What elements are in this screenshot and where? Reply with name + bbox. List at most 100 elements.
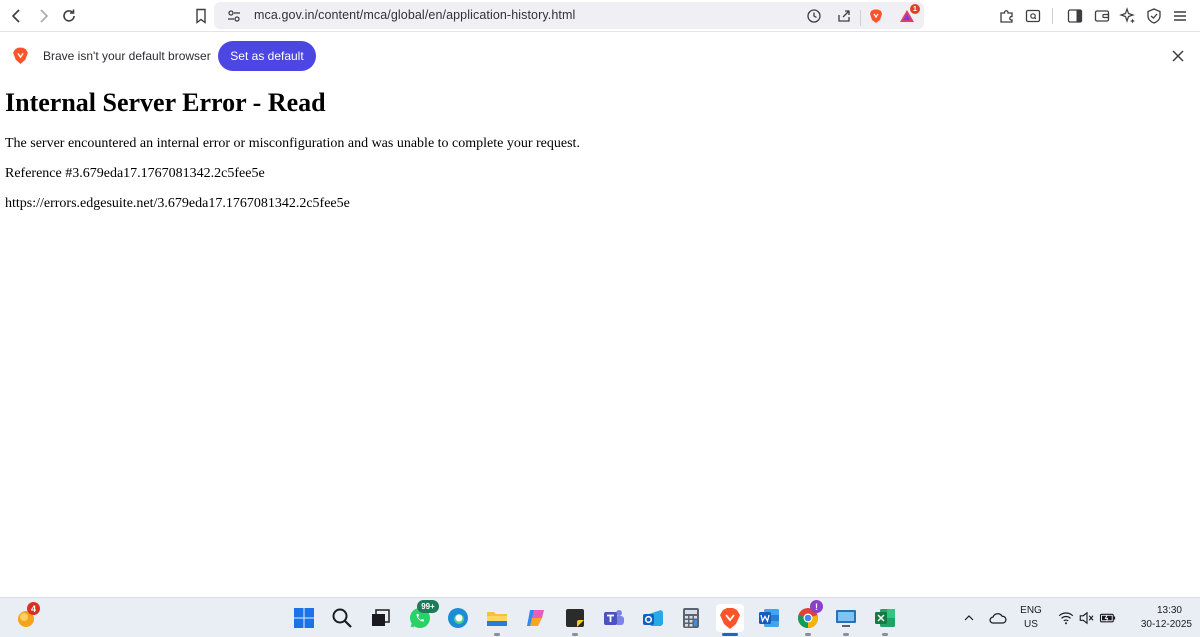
url-text[interactable]: mca.gov.in/content/mca/global/en/applica… xyxy=(254,8,575,22)
error-url: https://errors.edgesuite.net/3.679eda17.… xyxy=(5,196,350,211)
tab-search-icon xyxy=(1025,9,1041,23)
running-indicator xyxy=(805,633,811,636)
show-hidden-icons-button[interactable] xyxy=(956,604,982,632)
word-icon xyxy=(759,609,779,627)
remote-desktop-icon xyxy=(836,610,856,627)
infobar-close-button[interactable] xyxy=(1168,46,1188,66)
brave-lion-icon xyxy=(870,9,882,23)
active-indicator xyxy=(722,633,738,636)
clock[interactable]: 13:30 30-12-2025 xyxy=(1124,604,1194,632)
word-app[interactable] xyxy=(755,604,783,632)
search-icon xyxy=(332,608,352,628)
task-view-button[interactable] xyxy=(366,604,394,632)
file-explorer-app[interactable] xyxy=(483,604,511,636)
battery-charging-icon xyxy=(1099,613,1116,623)
edge-app[interactable] xyxy=(444,604,472,632)
start-button[interactable] xyxy=(290,604,318,632)
remote-desktop-app[interactable] xyxy=(832,604,860,636)
widgets-button[interactable]: 4 xyxy=(12,602,40,632)
site-settings-icon xyxy=(228,10,240,22)
battery-button[interactable] xyxy=(1096,604,1120,632)
share-icon xyxy=(838,10,850,22)
wallet-icon xyxy=(1094,10,1110,22)
reload-button[interactable] xyxy=(56,3,82,29)
wifi-icon xyxy=(1058,612,1074,625)
onedrive-button[interactable] xyxy=(985,604,1011,632)
sidebar-button[interactable] xyxy=(1062,3,1088,29)
teams-icon xyxy=(604,610,624,625)
leo-ai-button[interactable] xyxy=(1115,3,1141,29)
sticky-notes-icon xyxy=(566,609,584,627)
extensions-button[interactable] xyxy=(994,3,1020,29)
hamburger-menu-icon xyxy=(1174,11,1186,21)
browser-toolbar: mca.gov.in/content/mca/global/en/applica… xyxy=(0,0,1200,32)
copilot-app[interactable] xyxy=(522,604,550,632)
error-reference: Reference #3.679eda17.1767081342.2c5fee5… xyxy=(5,166,265,181)
shield-icon xyxy=(1147,8,1161,24)
excel-icon xyxy=(875,609,895,627)
language-code: ENG xyxy=(1020,605,1042,616)
running-indicator xyxy=(882,633,888,636)
reload-icon xyxy=(63,9,75,22)
set-as-default-button[interactable]: Set as default xyxy=(218,41,316,71)
close-icon xyxy=(1172,50,1184,62)
windows-taskbar: 4 99+ ! ENG US 13:30 30-12-2025 xyxy=(0,597,1200,637)
brave-lion-icon xyxy=(720,608,740,629)
clock-date: 30-12-2025 xyxy=(1140,619,1192,630)
history-button[interactable] xyxy=(803,5,825,27)
calculator-icon xyxy=(683,608,699,628)
cloud-icon xyxy=(989,613,1007,624)
task-view-icon xyxy=(372,609,390,626)
keyboard-layout: US xyxy=(1024,619,1038,630)
address-bar[interactable]: mca.gov.in/content/mca/global/en/applica… xyxy=(214,2,924,29)
toolbar-divider xyxy=(1052,8,1053,24)
clock-time: 13:30 xyxy=(1156,605,1182,616)
taskbar-search-button[interactable] xyxy=(328,604,356,632)
bookmark-icon xyxy=(196,8,206,24)
chrome-app[interactable]: ! xyxy=(794,600,823,636)
share-button[interactable] xyxy=(833,5,855,27)
running-indicator xyxy=(494,633,500,636)
default-browser-infobar: Brave isn't your default browser Set as … xyxy=(0,33,1200,78)
tab-search-button[interactable] xyxy=(1020,3,1046,29)
sticky-notes-app[interactable] xyxy=(561,604,589,636)
rewards-badge: 1 xyxy=(910,4,920,14)
site-info-button[interactable] xyxy=(223,5,245,27)
rewards-button[interactable]: 1 xyxy=(896,4,920,27)
wallet-button[interactable] xyxy=(1089,3,1115,29)
error-heading: Internal Server Error - Read xyxy=(5,88,326,117)
error-description: The server encountered an internal error… xyxy=(5,136,580,151)
forward-button[interactable] xyxy=(30,3,56,29)
whatsapp-app[interactable]: 99+ xyxy=(406,600,439,632)
whatsapp-badge: 99+ xyxy=(417,600,439,613)
sidebar-icon xyxy=(1067,9,1083,23)
calculator-app[interactable] xyxy=(677,604,705,632)
back-button[interactable] xyxy=(4,3,30,29)
address-divider xyxy=(860,10,861,26)
chrome-badge: ! xyxy=(810,600,823,613)
vpn-button[interactable] xyxy=(1141,3,1167,29)
chevron-right-icon xyxy=(40,9,49,23)
brave-logo-icon xyxy=(13,47,28,64)
windows-logo-icon xyxy=(294,608,314,628)
history-icon xyxy=(807,9,821,23)
edge-icon xyxy=(448,608,468,628)
widgets-badge: 4 xyxy=(27,602,40,615)
page-content: Internal Server Error - Read The server … xyxy=(0,78,1200,596)
folder-icon xyxy=(487,612,507,626)
running-indicator xyxy=(843,633,849,636)
running-indicator xyxy=(572,633,578,636)
menu-button[interactable] xyxy=(1167,3,1193,29)
language-indicator[interactable]: ENG US xyxy=(1013,604,1049,632)
outlook-app[interactable] xyxy=(639,604,667,632)
copilot-icon xyxy=(527,610,544,626)
excel-app[interactable] xyxy=(871,604,899,636)
infobar-message: Brave isn't your default browser xyxy=(43,49,211,63)
brave-app[interactable] xyxy=(716,604,744,636)
outlook-icon xyxy=(643,610,663,626)
chevron-up-icon xyxy=(964,615,974,621)
bookmark-button[interactable] xyxy=(188,3,214,29)
sparkle-icon xyxy=(1119,7,1135,24)
brave-shields-button[interactable] xyxy=(865,5,887,27)
teams-app[interactable] xyxy=(600,604,628,632)
